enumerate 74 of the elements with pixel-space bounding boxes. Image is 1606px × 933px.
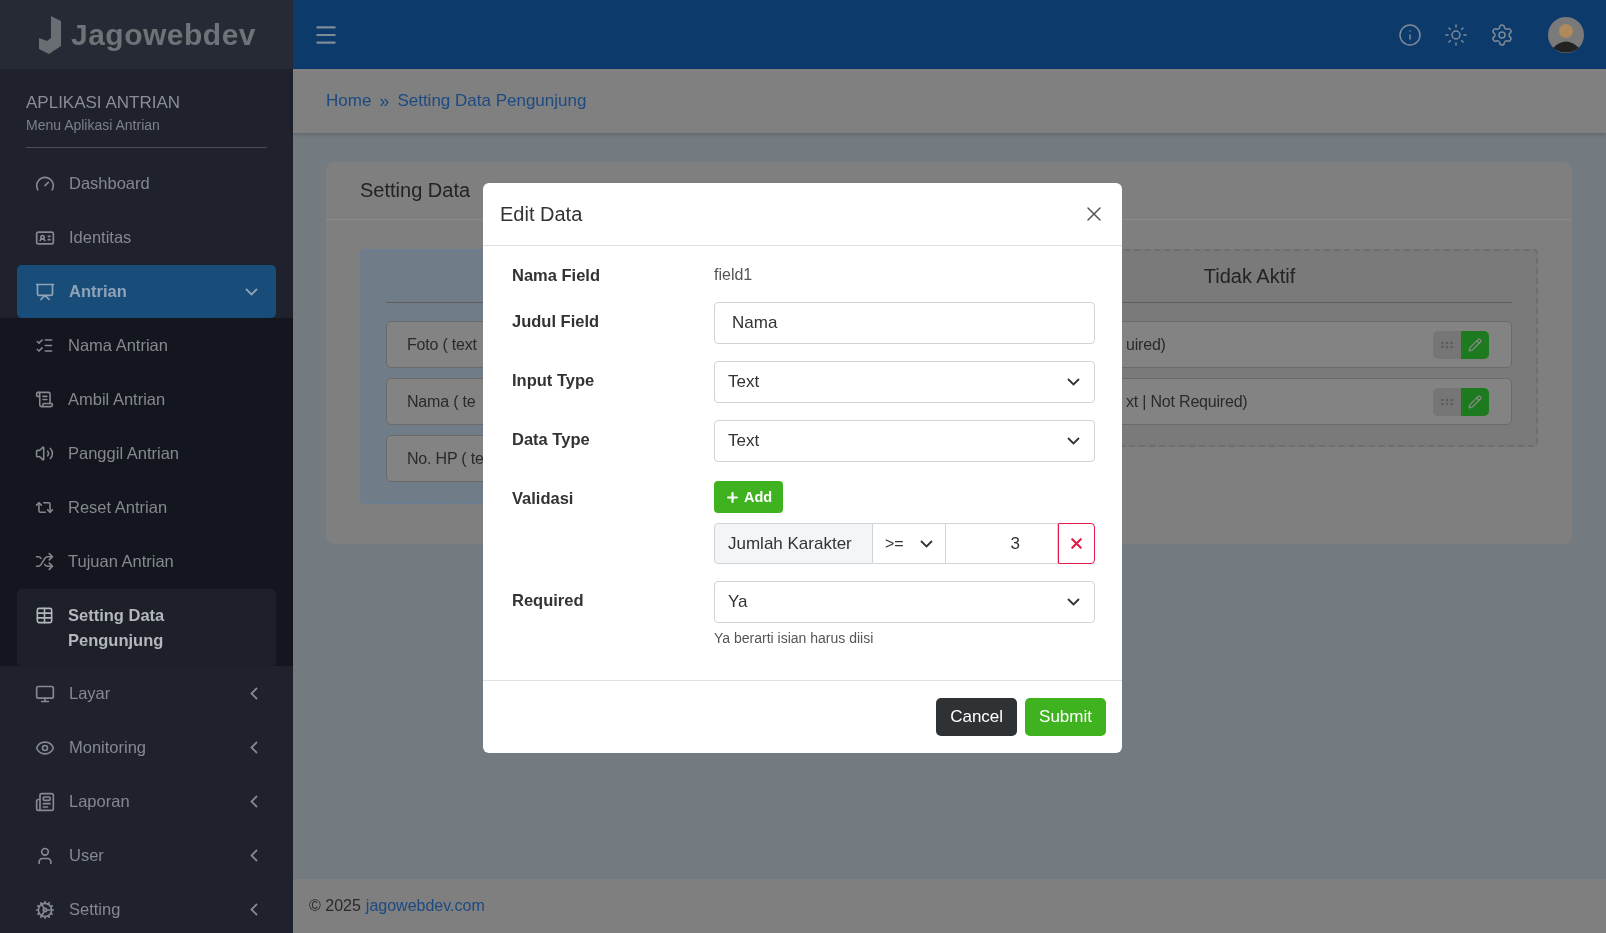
field-label: Validasi [512, 488, 575, 508]
field-label: Required [512, 590, 585, 610]
pencil-icon [1468, 394, 1482, 409]
submenu-item[interactable]: Ambil Antrian [17, 373, 276, 426]
field-label: Data Type [512, 429, 591, 449]
chevron-down-icon [1067, 598, 1080, 606]
select-field[interactable]: Text [714, 361, 1095, 403]
monitor-icon [35, 683, 55, 704]
avatar[interactable] [1548, 16, 1584, 53]
rule-name: Jumlah Karakter [714, 523, 873, 564]
delete-button[interactable] [1058, 523, 1095, 564]
copyright-text: © 2025 [309, 897, 361, 915]
chevron-down-icon [1067, 378, 1080, 386]
close-icon [1068, 535, 1085, 552]
sidebar-heading: APLIKASI ANTRIAN [26, 93, 181, 113]
submenu-item[interactable]: Panggil Antrian [17, 427, 276, 480]
sidebar-item[interactable]: Identitas [17, 211, 276, 264]
sidebar-item[interactable]: User [17, 829, 276, 882]
field-value: field1 [714, 265, 754, 284]
help-text: Ya berarti isian harus diisi [714, 630, 875, 646]
shuffle-icon [35, 552, 54, 571]
list-icon [35, 791, 55, 812]
pencil-icon [1468, 337, 1482, 352]
field-label: Nama Field [512, 265, 602, 285]
info-icon[interactable] [1398, 22, 1422, 47]
cancel-button[interactable]: Cancel [936, 698, 1018, 736]
table-icon [35, 606, 54, 625]
checklist-icon [35, 336, 54, 355]
submenu-item[interactable]: Nama Antrian [17, 319, 276, 372]
chevron-left-icon [250, 795, 258, 808]
breadcrumb-separator: » [379, 90, 390, 112]
sidebar-item[interactable]: Dashboard [17, 157, 276, 210]
chevron-down-icon [920, 539, 933, 548]
chevron-down-icon [245, 287, 258, 296]
sidebar-item[interactable]: Layar [17, 667, 276, 720]
card-title: Setting Data [360, 179, 471, 202]
speaker-icon [35, 444, 54, 463]
user-icon [35, 845, 55, 866]
sun-icon[interactable] [1444, 22, 1468, 47]
field-item-label: uired) [1126, 335, 1166, 354]
field-item-label: Nama ( te [407, 392, 476, 411]
submenu-item[interactable]: Reset Antrian [17, 481, 276, 534]
field-item-label: Foto ( text [407, 335, 477, 354]
column-title: Tidak Aktif [1203, 265, 1296, 288]
chevron-left-icon [250, 903, 258, 916]
select-field[interactable]: Ya [714, 581, 1095, 623]
brand-name: Jagowebdev [70, 17, 257, 52]
chevron-left-icon [250, 849, 258, 862]
field-label: Judul Field [512, 311, 601, 331]
field-item-label: No. HP ( te [407, 449, 484, 468]
submenu-item[interactable]: Tujuan Antrian [17, 535, 276, 588]
chevron-left-icon [250, 687, 258, 700]
presentation-icon [35, 281, 55, 302]
select-field[interactable]: Text [714, 420, 1095, 462]
title-input[interactable]: Nama [714, 302, 1095, 344]
sidebar-item[interactable]: Setting [17, 883, 276, 933]
settings-icon[interactable] [1490, 22, 1514, 47]
scroll-icon [35, 390, 54, 409]
sidebar-subheading: Menu Aplikasi Antrian [26, 117, 161, 133]
field-item-label: xt | Not Required) [1126, 392, 1248, 411]
chevron-left-icon [250, 741, 258, 754]
submit-button[interactable]: Submit [1025, 698, 1106, 736]
add-button[interactable]: Add [714, 481, 783, 513]
drag-handle[interactable] [1433, 330, 1461, 359]
sidebar-item[interactable]: Laporan [17, 775, 276, 828]
sidebar-item[interactable]: Monitoring [17, 721, 276, 774]
field-label: Input Type [512, 370, 596, 390]
submenu-item[interactable]: Setting Data Pengunjung [17, 589, 276, 666]
sidebar-item[interactable]: Antrian [17, 265, 276, 318]
dialog-title: Edit Data [500, 202, 583, 226]
plus-icon [724, 489, 740, 505]
chevron-down-icon [1067, 437, 1080, 445]
value-input[interactable]: 3 [946, 523, 1058, 564]
drag-handle[interactable] [1433, 387, 1461, 416]
